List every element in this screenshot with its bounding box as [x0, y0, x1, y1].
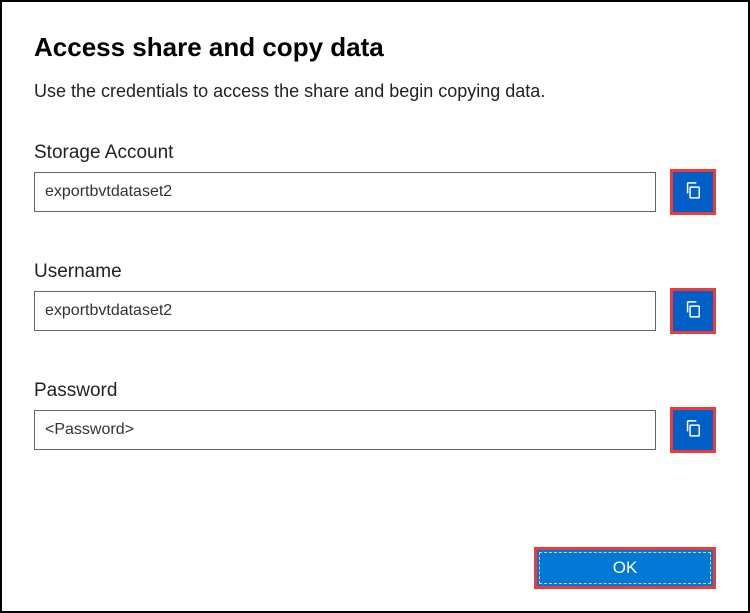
dialog-title: Access share and copy data [34, 32, 716, 63]
dialog-description: Use the credentials to access the share … [34, 81, 716, 102]
storage-account-label: Storage Account [34, 142, 716, 164]
username-input[interactable] [34, 291, 656, 331]
copy-storage-account-button[interactable] [670, 169, 716, 215]
ok-button[interactable]: OK [534, 547, 716, 589]
password-label: Password [34, 380, 716, 402]
username-field: Username [34, 261, 716, 334]
storage-account-row [34, 172, 716, 215]
password-input[interactable] [34, 410, 656, 450]
copy-icon [683, 418, 703, 443]
username-label: Username [34, 261, 716, 283]
copy-password-button[interactable] [670, 407, 716, 453]
copy-icon [683, 180, 703, 205]
username-row [34, 291, 716, 334]
copy-username-button[interactable] [670, 288, 716, 334]
dialog-footer: OK [534, 547, 716, 589]
storage-account-input[interactable] [34, 172, 656, 212]
copy-icon [683, 299, 703, 324]
password-row [34, 410, 716, 453]
access-share-dialog: Access share and copy data Use the crede… [0, 0, 750, 613]
storage-account-field: Storage Account [34, 142, 716, 215]
password-field: Password [34, 380, 716, 453]
